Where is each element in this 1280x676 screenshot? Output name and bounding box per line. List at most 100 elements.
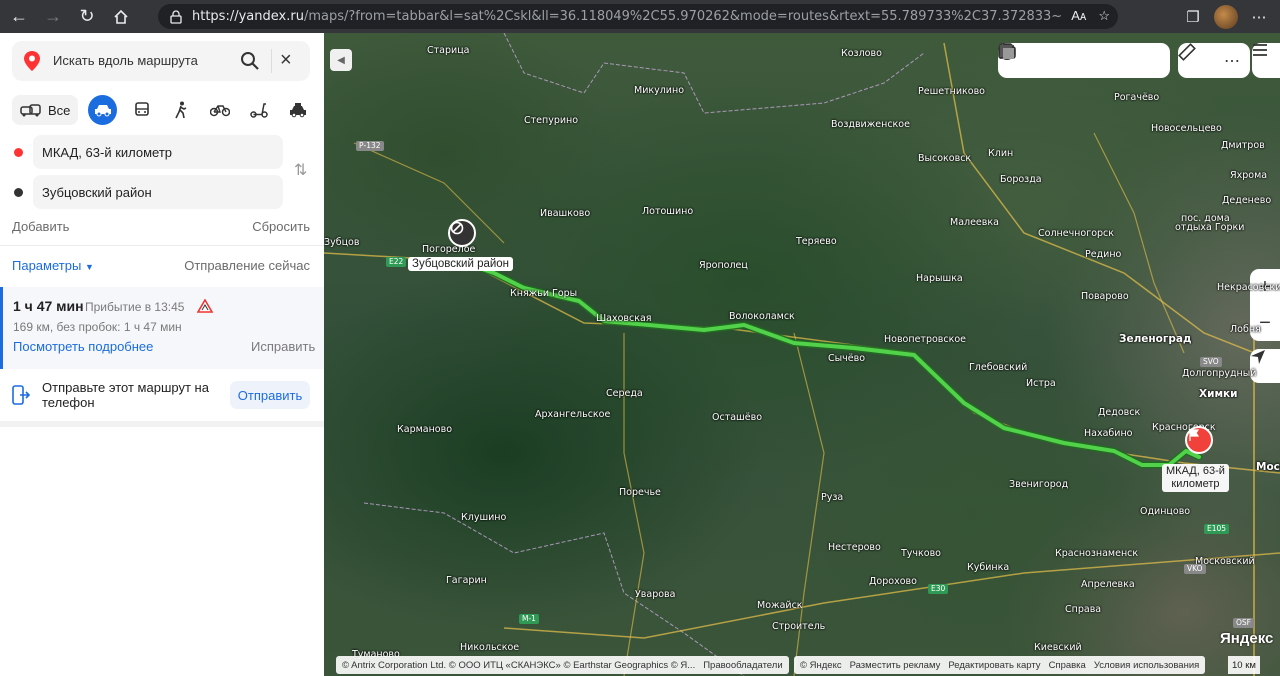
collapse-panel-button[interactable]: ◀ bbox=[330, 49, 352, 71]
flag-icon bbox=[1189, 429, 1200, 441]
route-fix-link[interactable]: Исправить bbox=[251, 339, 315, 354]
reader-mode-icon[interactable]: Aᴀ bbox=[1071, 8, 1086, 24]
city-label: Моск bbox=[1256, 461, 1280, 473]
avatar[interactable] bbox=[1214, 4, 1238, 29]
city-label: Княжьи Горы bbox=[510, 288, 578, 299]
menu-icon[interactable] bbox=[1252, 43, 1280, 78]
lock-icon bbox=[170, 9, 182, 24]
city-label: Клушино bbox=[461, 512, 507, 523]
mode-car-button[interactable] bbox=[88, 95, 118, 125]
mode-scooter-button[interactable] bbox=[244, 95, 273, 125]
city-label: Дмитров bbox=[1221, 140, 1265, 151]
reload-icon[interactable]: ↻ bbox=[72, 2, 102, 32]
city-label: Гагарин bbox=[446, 575, 487, 586]
mode-walk-button[interactable] bbox=[166, 95, 195, 125]
city-label: Высоковск bbox=[918, 153, 972, 164]
footer-link[interactable]: Разместить рекламу bbox=[850, 660, 941, 671]
forward-icon[interactable]: → bbox=[38, 2, 68, 32]
city-label: Архангельское bbox=[535, 409, 611, 420]
yandex-logo: Яндекс bbox=[1220, 630, 1274, 647]
city-label: Лобня bbox=[1230, 324, 1261, 335]
city-label: Строитель bbox=[772, 621, 826, 632]
route-duration: 1 ч 47 мин bbox=[13, 298, 84, 314]
city-label: Карманово bbox=[397, 424, 453, 435]
city-label: Киевский bbox=[1034, 642, 1082, 653]
close-icon[interactable]: × bbox=[280, 49, 292, 72]
ruler-icon[interactable] bbox=[1178, 43, 1208, 73]
car-bus-icon bbox=[20, 104, 41, 117]
city-label: Зеленоград bbox=[1119, 333, 1192, 345]
city-label: Шаховская bbox=[596, 313, 652, 324]
collections-icon[interactable]: ❐ bbox=[1182, 6, 1204, 28]
footer-link[interactable]: Условия использования bbox=[1094, 660, 1199, 671]
panorama-layer-icon[interactable] bbox=[1000, 45, 1064, 73]
city-label: Одинцово bbox=[1140, 506, 1191, 517]
city-label: Малеевка bbox=[950, 217, 999, 228]
mode-bike-button[interactable] bbox=[205, 95, 234, 125]
route-option-card[interactable]: 1 ч 47 мин Прибытие в 13:45 169 км, без … bbox=[0, 287, 324, 369]
map-copyright-bar: © Antrix Corporation Ltd. © ООО ИТЦ «СКА… bbox=[336, 656, 789, 674]
city-label: Козлово bbox=[841, 48, 882, 59]
route-end-label-line2: километр bbox=[1171, 478, 1220, 490]
parameters-dropdown[interactable]: Параметры ▼ bbox=[12, 258, 94, 273]
route-distance: 169 км, без пробок: 1 ч 47 мин bbox=[13, 320, 182, 334]
reset-link[interactable]: Сбросить bbox=[252, 219, 310, 234]
scooter-icon bbox=[249, 103, 268, 118]
city-label: Нахабино bbox=[1084, 428, 1133, 439]
city-label: Дедовск bbox=[1098, 407, 1141, 418]
mode-taxi-button[interactable] bbox=[283, 95, 312, 125]
more-icon[interactable]: ⋯ bbox=[1220, 49, 1244, 73]
footer-link[interactable]: Справка bbox=[1049, 660, 1086, 671]
road-badge: SVO bbox=[1200, 357, 1222, 367]
mode-transit-button[interactable] bbox=[127, 95, 156, 125]
city-label: Глебовский bbox=[969, 362, 1028, 373]
city-label: Уварова bbox=[635, 589, 676, 600]
city-label: Тучково bbox=[901, 548, 941, 559]
city-label: Химки bbox=[1199, 388, 1238, 400]
add-point-link[interactable]: Добавить bbox=[12, 219, 69, 234]
city-label: Справа bbox=[1065, 604, 1102, 615]
route-panel: Искать вдоль маршрута × Все МКАД, 63-й к bbox=[0, 33, 324, 676]
road-badge: E30 bbox=[928, 584, 949, 594]
departure-time-selector[interactable]: Отправление сейчас bbox=[184, 258, 310, 273]
city-label: Долгопрудный bbox=[1182, 368, 1257, 379]
home-icon[interactable] bbox=[106, 2, 136, 32]
search-icon[interactable] bbox=[240, 51, 260, 71]
from-point-field[interactable]: МКАД, 63-й километр bbox=[33, 135, 283, 169]
route-end-label-line1: МКАД, 63-й bbox=[1166, 465, 1225, 477]
city-label: Яхрома bbox=[1230, 170, 1268, 181]
favorite-star-icon[interactable]: ☆ bbox=[1098, 8, 1110, 24]
road-badge: Р-132 bbox=[356, 141, 384, 151]
footer-link[interactable]: © Яндекс bbox=[800, 660, 842, 671]
city-label: Зубцов bbox=[324, 237, 360, 248]
address-bar[interactable]: https://yandex.ru/maps/?from=tabbar&l=sa… bbox=[158, 4, 1118, 29]
rights-holders-link[interactable]: Правообладатели bbox=[703, 660, 782, 671]
send-button[interactable]: Отправить bbox=[230, 381, 310, 409]
more-icon[interactable]: ⋯ bbox=[1248, 6, 1270, 28]
taxi-icon bbox=[289, 103, 306, 118]
mode-all-button[interactable]: Все bbox=[12, 95, 79, 125]
parameters-label: Параметры bbox=[12, 258, 82, 273]
route-start-label: Зубцовский район bbox=[408, 257, 514, 271]
map-style-icon[interactable] bbox=[1000, 45, 1160, 73]
route-details-link[interactable]: Посмотреть подробнее bbox=[13, 339, 153, 354]
photo-layer-icon[interactable] bbox=[998, 44, 1096, 73]
road-badge: M-1 bbox=[519, 614, 539, 624]
locate-arrow-icon bbox=[1251, 350, 1265, 364]
transit-layer-icon[interactable] bbox=[999, 43, 1128, 73]
route-end-marker[interactable] bbox=[1185, 426, 1213, 454]
satellite-map[interactable]: ◀ ⋯ + − Старица Козлово Микулино Решетни… bbox=[324, 33, 1280, 676]
back-icon[interactable]: ← bbox=[4, 2, 34, 32]
city-label: Старица bbox=[427, 45, 470, 56]
route-start-marker[interactable] bbox=[448, 219, 476, 247]
footer-link[interactable]: Редактировать карту bbox=[948, 660, 1040, 671]
divider bbox=[0, 421, 324, 427]
to-point-field[interactable]: Зубцовский район bbox=[33, 175, 283, 209]
city-label: Сычёво bbox=[828, 353, 866, 364]
city-label: Можайск bbox=[757, 600, 803, 611]
map-layers-toolbar bbox=[998, 43, 1170, 78]
road-badge: E22 bbox=[386, 257, 407, 267]
city-label: Новосельцево bbox=[1151, 123, 1222, 134]
route-search-field[interactable]: Искать вдоль маршрута × bbox=[12, 41, 310, 81]
swap-points-icon[interactable]: ⇅ bbox=[294, 160, 307, 180]
